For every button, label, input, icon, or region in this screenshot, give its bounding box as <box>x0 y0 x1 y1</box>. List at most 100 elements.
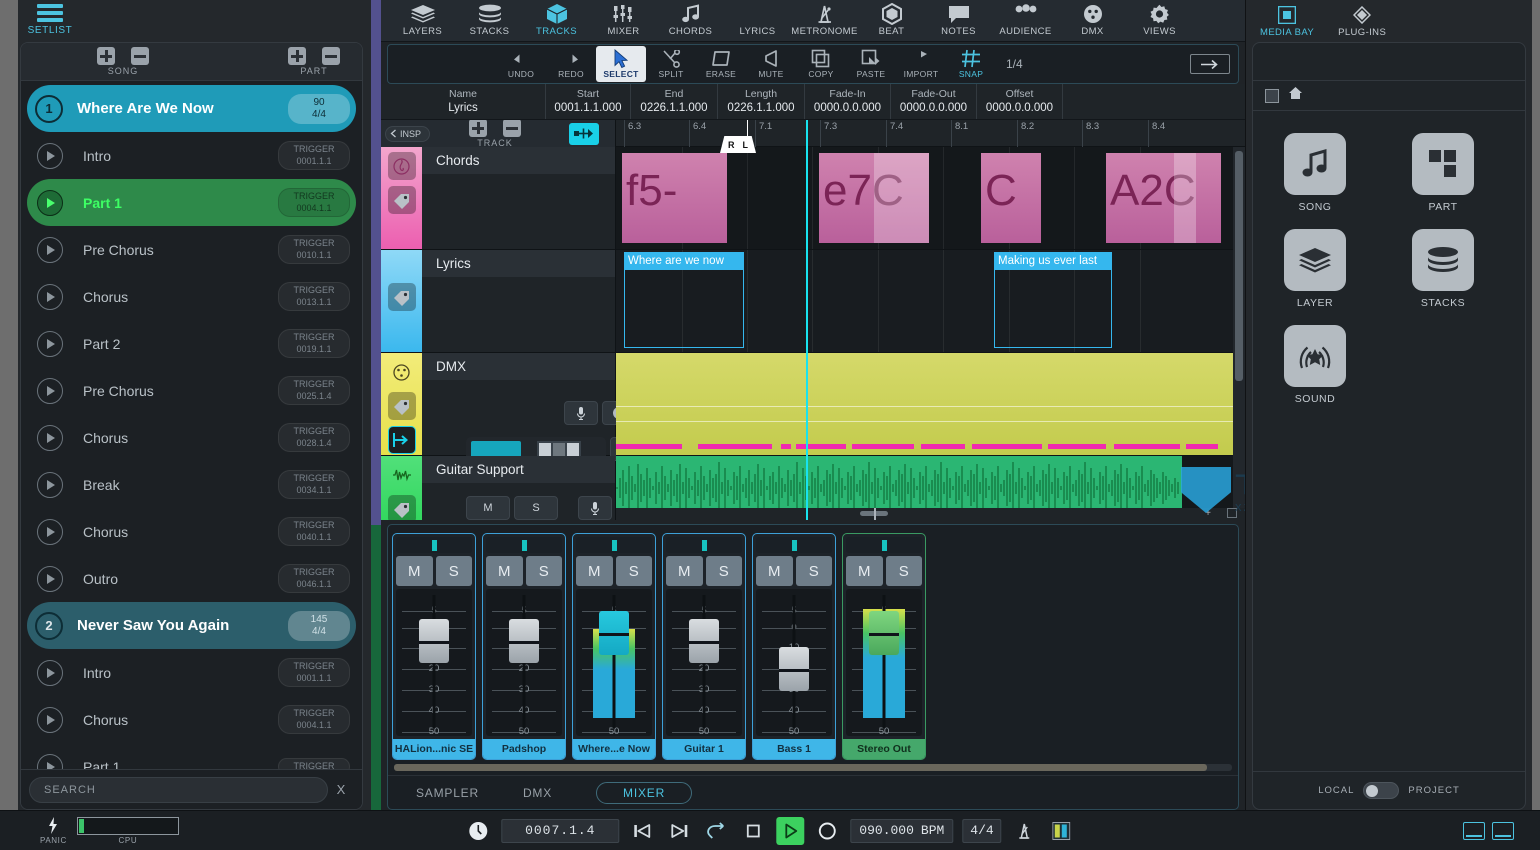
part-trigger-badge[interactable]: TRIGGER0019.1.1 <box>278 329 350 358</box>
mixer-strip[interactable]: MS501020304050-∞Padshop <box>482 533 566 760</box>
nav-item-audience[interactable]: AUDIENCE <box>992 4 1059 37</box>
snap-value[interactable]: 1/4 <box>1006 57 1023 71</box>
setlist-part-row[interactable]: Part 1TRIGGER <box>27 743 356 769</box>
track-header-chords[interactable]: Chords <box>381 147 615 250</box>
position-field[interactable]: 0007.1.4 <box>501 819 619 843</box>
nav-item-lyrics[interactable]: LYRICS <box>724 4 791 37</box>
record-icon[interactable] <box>813 817 841 845</box>
tab-media-bay[interactable]: MEDIA BAY <box>1260 5 1314 38</box>
folder-square-icon[interactable] <box>1265 89 1279 103</box>
solo-button[interactable]: S <box>706 556 743 586</box>
lane-lyrics[interactable]: Where are we now Making us ever last <box>616 250 1245 353</box>
part-trigger-badge[interactable]: TRIGGER0001.1.1 <box>278 658 350 687</box>
tool-split[interactable]: SPLIT <box>646 46 696 82</box>
tool-paste[interactable]: PASTE <box>846 46 896 82</box>
setlist-part-row[interactable]: ChorusTRIGGER0004.1.1 <box>27 696 356 743</box>
fader-box[interactable]: 501020304050-∞ <box>846 589 922 736</box>
inspector-button[interactable]: INSP <box>385 126 430 142</box>
search-input[interactable]: SEARCH <box>29 777 328 803</box>
play-icon[interactable] <box>37 237 63 263</box>
media-tile-part[interactable]: PART <box>1403 133 1483 213</box>
strip-name[interactable]: HALion...nic SE <box>393 739 475 759</box>
setlist-part-row[interactable]: Pre ChorusTRIGGER0010.1.1 <box>27 226 356 273</box>
chord-clip[interactable]: f5- <box>622 153 727 243</box>
nav-item-layers[interactable]: LAYERS <box>389 4 456 37</box>
fader-box[interactable]: 501020304050-∞ <box>396 589 472 736</box>
nav-item-views[interactable]: VIEWS <box>1126 4 1193 37</box>
expand-toolbar-button[interactable] <box>1190 54 1230 74</box>
clear-search-button[interactable]: X <box>328 782 354 797</box>
nav-item-metronome[interactable]: METRONOME <box>791 4 858 37</box>
tag-icon[interactable] <box>388 283 416 311</box>
mixer-tab-sampler[interactable]: SAMPLER <box>416 786 479 800</box>
remove-track-button[interactable] <box>503 120 521 137</box>
setlist-song-row[interactable]: 2Never Saw You Again1454/4 <box>27 602 356 649</box>
fader-handle[interactable] <box>779 647 809 691</box>
tool-undo[interactable]: UNDO <box>496 46 546 82</box>
part-trigger-badge[interactable]: TRIGGER0013.1.1 <box>278 282 350 311</box>
setlist-tab[interactable]: SETLIST <box>18 4 82 36</box>
track-header-dmx[interactable]: DMX <box>381 353 615 456</box>
fader-handle[interactable] <box>509 619 539 663</box>
remove-song-button[interactable] <box>131 47 149 65</box>
mixer-strip[interactable]: MS501020304050-∞Stereo Out <box>842 533 926 760</box>
play-icon[interactable] <box>776 817 804 845</box>
tool-select[interactable]: SELECT <box>596 46 646 82</box>
fader-box[interactable]: 501020304050-∞ <box>756 589 832 736</box>
setlist-part-row[interactable]: ChorusTRIGGER0040.1.1 <box>27 508 356 555</box>
media-bay-search[interactable] <box>1253 43 1525 81</box>
track-header-lyrics[interactable]: Lyrics <box>381 250 615 353</box>
stop-icon[interactable] <box>739 817 767 845</box>
setlist-part-row[interactable]: ChorusTRIGGER0028.1.4 <box>27 414 356 461</box>
home-icon[interactable] <box>1288 86 1303 105</box>
solo-button[interactable]: S <box>436 556 473 586</box>
setlist-list[interactable]: 1Where Are We Now904/4IntroTRIGGER0001.1… <box>21 81 362 769</box>
mute-button[interactable]: M <box>486 556 523 586</box>
info-cell-fade-out[interactable]: Fade-Out0000.0.0.000 <box>891 84 977 119</box>
waveform-icon[interactable] <box>388 461 416 489</box>
tag-icon[interactable] <box>388 186 416 214</box>
clock-icon[interactable] <box>464 817 492 845</box>
meter-icon[interactable] <box>1048 817 1076 845</box>
mute-button[interactable]: M <box>396 556 433 586</box>
play-icon[interactable] <box>37 425 63 451</box>
time-signature-field[interactable]: 4/4 <box>962 819 1001 843</box>
panic-button[interactable]: PANIC <box>40 816 67 845</box>
play-icon[interactable] <box>37 660 63 686</box>
mixer-strip[interactable]: MS501020304050-∞Bass 1 <box>752 533 836 760</box>
mute-button[interactable]: M <box>576 556 613 586</box>
strip-name[interactable]: Guitar 1 <box>663 739 745 759</box>
part-trigger-badge[interactable]: TRIGGER0001.1.1 <box>278 141 350 170</box>
play-icon[interactable] <box>37 707 63 733</box>
setlist-part-row[interactable]: BreakTRIGGER0034.1.1 <box>27 461 356 508</box>
fader-handle[interactable] <box>599 611 629 655</box>
tool-copy[interactable]: COPY <box>796 46 846 82</box>
mixer-strip[interactable]: MS501020304050-∞ HALion...nic SE <box>392 533 476 760</box>
play-icon[interactable] <box>37 754 63 770</box>
solo-button[interactable]: S <box>616 556 653 586</box>
rewind-icon[interactable] <box>628 817 656 845</box>
play-icon[interactable] <box>37 378 63 404</box>
vertical-scrollbar[interactable] <box>1233 147 1245 520</box>
mixer-scrollbar[interactable] <box>394 764 1232 771</box>
tempo-field[interactable]: 090.000 BPM <box>850 819 953 843</box>
mixer-strip[interactable]: MS501020304050-∞Guitar 1 <box>662 533 746 760</box>
mixer-tab-dmx[interactable]: DMX <box>523 786 552 800</box>
strip-name[interactable]: Bass 1 <box>753 739 835 759</box>
cycle-icon[interactable] <box>702 817 730 845</box>
part-trigger-badge[interactable]: TRIGGER <box>278 758 350 769</box>
nav-item-chords[interactable]: CHORDS <box>657 4 724 37</box>
dmx-clip[interactable] <box>616 353 1245 455</box>
mute-button[interactable]: M <box>666 556 703 586</box>
forward-icon[interactable] <box>665 817 693 845</box>
part-trigger-badge[interactable]: TRIGGER0025.1.4 <box>278 376 350 405</box>
nav-item-notes[interactable]: NOTES <box>925 4 992 37</box>
fader-box[interactable]: 501020304050-∞ <box>576 589 652 736</box>
media-tile-layer[interactable]: LAYER <box>1275 229 1355 309</box>
fader-handle[interactable] <box>689 619 719 663</box>
nav-item-stacks[interactable]: STACKS <box>456 4 523 37</box>
part-trigger-badge[interactable]: TRIGGER0004.1.1 <box>278 188 350 217</box>
play-icon[interactable] <box>37 284 63 310</box>
playhead[interactable] <box>806 120 808 520</box>
tool-redo[interactable]: REDO <box>546 46 596 82</box>
